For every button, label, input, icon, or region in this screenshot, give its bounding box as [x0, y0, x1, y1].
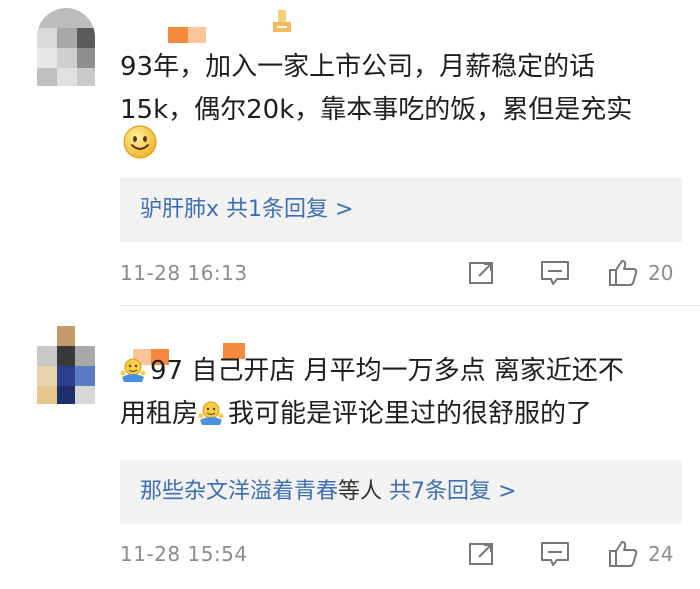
comment-text: 97 自己开店 月平均一万多点 离家近还不 用租房 我可能是评论里过的很舒服的了: [120, 356, 624, 429]
comment-footer: 11-28 16:13 20: [120, 258, 700, 288]
share-icon[interactable]: [467, 258, 497, 288]
replies-preview[interactable]: 那些杂文洋溢着青春等人 共7条回复 >: [120, 460, 682, 524]
comment-footer: 11-28 15:54 24: [120, 539, 700, 569]
avatar[interactable]: [37, 8, 95, 86]
reply-others-label: 等人: [338, 479, 383, 504]
shrug-emoji-icon: [120, 358, 146, 382]
share-icon[interactable]: [467, 539, 497, 569]
like-icon[interactable]: [607, 539, 639, 569]
reply-count-link[interactable]: 共1条回复 >: [226, 197, 353, 222]
comment-icon[interactable]: [539, 258, 571, 288]
reply-username-link[interactable]: 驴肝肺x: [140, 197, 219, 222]
comment-icon[interactable]: [539, 539, 571, 569]
reply-username-link[interactable]: 那些杂文洋溢着青春: [140, 479, 338, 504]
reply-count-link[interactable]: 共7条回复 >: [389, 479, 516, 504]
like-count: 24: [648, 542, 674, 566]
timestamp: 11-28 15:54: [120, 542, 248, 566]
comment-item: 97 自己开店 月平均一万多点 离家近还不 用租房 我可能是评论里过的很舒服的了…: [0, 306, 700, 589]
avatar[interactable]: [37, 326, 95, 404]
user-badge-icon: [273, 10, 291, 32]
like-count: 20: [648, 261, 674, 285]
like-icon[interactable]: [607, 258, 639, 288]
timestamp: 11-28 16:13: [120, 261, 248, 285]
shrug-emoji-icon: [198, 401, 224, 425]
comment-item: 93年，加入一家上市公司，月薪稳定的话 15k，偶尔20k，靠本事吃的饭，累但是…: [0, 0, 700, 306]
smile-emoji-icon: [123, 125, 157, 159]
replies-preview[interactable]: 驴肝肺x 共1条回复 >: [120, 178, 682, 242]
comment-text: 93年，加入一家上市公司，月薪稳定的话 15k，偶尔20k，靠本事吃的饭，累但是…: [120, 52, 633, 125]
